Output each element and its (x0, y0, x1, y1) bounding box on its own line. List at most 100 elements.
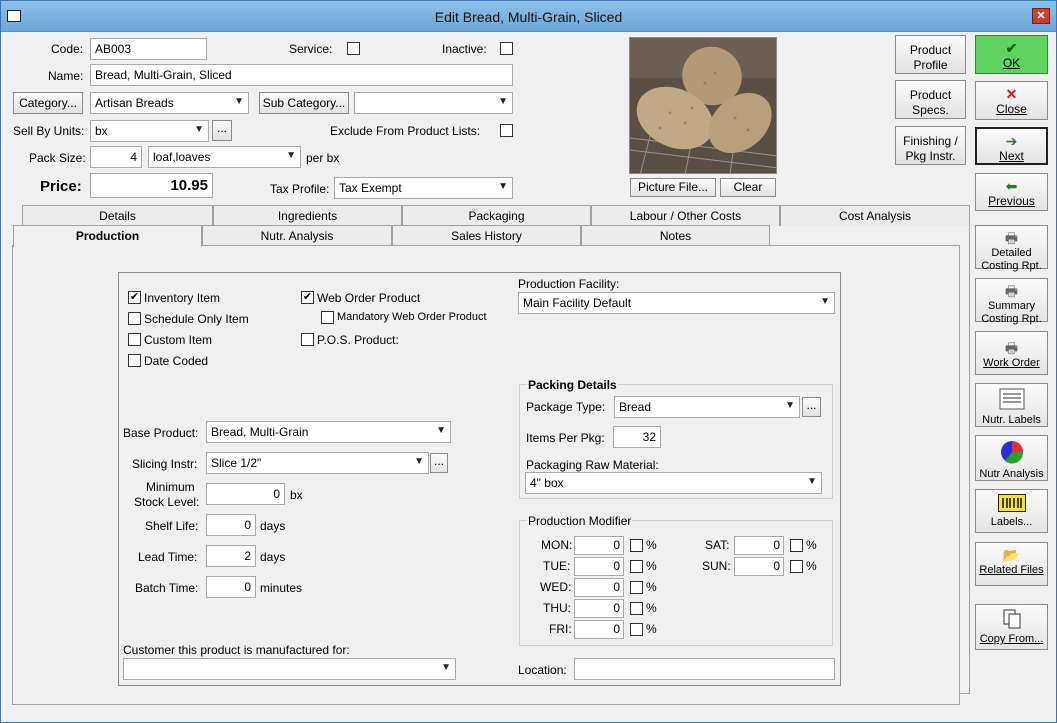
clear-picture-button[interactable]: Clear (720, 178, 776, 197)
package-type-select[interactable]: Bread ▼ (614, 396, 800, 418)
wed-percent-checkbox[interactable] (630, 581, 643, 594)
finishing-label: Finishing / Pkg Instr. (903, 134, 958, 163)
subcategory-button[interactable]: Sub Category... (259, 92, 349, 114)
batch-time-field[interactable]: 0 (206, 576, 256, 598)
sell-by-label: Sell By Units: (13, 124, 85, 138)
items-per-pkg-field[interactable]: 32 (613, 426, 661, 448)
tab-nutr-analysis[interactable]: Nutr. Analysis (202, 225, 392, 246)
chevron-down-icon: ▼ (194, 124, 204, 135)
thu-field[interactable]: 0 (574, 599, 624, 618)
category-select[interactable]: Artisan Breads ▼ (90, 92, 249, 114)
mon-percent-checkbox[interactable] (630, 539, 643, 552)
sell-by-select[interactable]: bx ▼ (90, 120, 209, 142)
base-product-label: Base Product: (123, 426, 199, 440)
price-field[interactable]: 10.95 (90, 173, 213, 198)
name-field[interactable]: Bread, Multi-Grain, Sliced (90, 64, 513, 86)
close-button[interactable]: ✕ Close (975, 81, 1048, 120)
product-profile-button[interactable]: Product Profile (895, 35, 966, 74)
base-product-value: Bread, Multi-Grain (211, 425, 309, 439)
pack-size-field[interactable]: 4 (90, 146, 142, 168)
related-files-label: Related Files (979, 564, 1044, 576)
facility-select[interactable]: Main Facility Default ▼ (518, 292, 835, 314)
sun-field[interactable]: 0 (734, 557, 784, 576)
min-stock-field[interactable]: 0 (206, 483, 285, 505)
finishing-button[interactable]: Finishing / Pkg Instr. (895, 126, 966, 165)
printer-icon: 🖶 (1004, 340, 1019, 356)
tab-sales-history[interactable]: Sales History (392, 225, 581, 246)
inactive-checkbox[interactable] (500, 42, 513, 55)
pack-unit-select[interactable]: loaf,loaves ▼ (148, 146, 301, 168)
chevron-down-icon: ▼ (498, 181, 508, 192)
previous-button[interactable]: ⬅ Previous (975, 173, 1048, 211)
tab-production[interactable]: Production (13, 225, 202, 247)
base-product-select[interactable]: Bread, Multi-Grain ▼ (206, 421, 451, 443)
barcode-icon (976, 494, 1047, 515)
subcategory-select[interactable]: ▼ (354, 92, 513, 114)
category-button[interactable]: Category... (13, 92, 83, 114)
package-type-value: Bread (619, 400, 652, 414)
inventory-item-checkbox[interactable]: ✔ (128, 291, 141, 304)
package-type-ellipsis-button[interactable]: ... (802, 397, 821, 417)
sat-field[interactable]: 0 (734, 536, 784, 555)
tab-cost-analysis[interactable]: Cost Analysis (780, 205, 970, 226)
product-specs-button[interactable]: Product Specs. (895, 80, 966, 119)
tue-percent-checkbox[interactable] (630, 560, 643, 573)
folder-icon: 📂 (1002, 547, 1021, 563)
pkg-raw-material-select[interactable]: 4" box ▼ (525, 472, 822, 494)
fri-field[interactable]: 0 (574, 620, 624, 639)
nutr-analysis-button[interactable]: Nutr Analysis (975, 435, 1048, 481)
shelf-life-field[interactable]: 0 (206, 514, 256, 536)
detailed-costing-report-button[interactable]: 🖶 Detailed Costing Rpt. (975, 225, 1048, 272)
tab-details[interactable]: Details (22, 205, 213, 226)
title-bar: Edit Bread, Multi-Grain, Sliced ✕ (1, 1, 1056, 32)
x-icon: ✕ (1005, 86, 1018, 102)
tab-labour-other-costs[interactable]: Labour / Other Costs (591, 205, 780, 226)
ok-button[interactable]: ✔ OK (975, 35, 1048, 74)
code-field[interactable]: AB003 (90, 38, 207, 60)
location-label: Location: (518, 663, 567, 677)
copy-from-button[interactable]: Copy From... (975, 604, 1048, 650)
lead-time-field[interactable]: 2 (206, 545, 256, 567)
fri-percent-checkbox[interactable] (630, 623, 643, 636)
sat-percent-checkbox[interactable] (790, 539, 803, 552)
tab-packaging[interactable]: Packaging (402, 205, 591, 226)
tab-notes[interactable]: Notes (581, 225, 770, 246)
tab-ingredients[interactable]: Ingredients (213, 205, 402, 226)
sell-by-ellipsis-button[interactable]: ... (212, 120, 232, 141)
related-files-button[interactable]: 📂 Related Files (975, 542, 1048, 586)
date-coded-checkbox[interactable] (128, 354, 141, 367)
product-specs-label: Product Specs. (909, 88, 952, 117)
summary-costing-report-button[interactable]: 🖶 Summary Costing Rpt. (975, 278, 1048, 325)
previous-label: Previous (988, 194, 1035, 208)
chevron-down-icon: ▼ (820, 296, 830, 307)
service-checkbox[interactable] (347, 42, 360, 55)
nutr-labels-label: Nutr. Labels (982, 414, 1041, 426)
fri-label: FRI: (549, 622, 572, 636)
next-button[interactable]: ➔ Next (975, 127, 1048, 165)
lead-time-unit: days (260, 550, 286, 564)
tue-field[interactable]: 0 (574, 557, 624, 576)
customer-select[interactable]: ▼ (123, 658, 456, 680)
tax-profile-select[interactable]: Tax Exempt ▼ (334, 177, 513, 199)
location-field[interactable] (574, 658, 835, 680)
window-close-icon[interactable]: ✕ (1032, 8, 1050, 24)
picture-file-button[interactable]: Picture File... (630, 178, 716, 197)
sell-by-value: bx (95, 124, 108, 138)
ok-label: OK (1002, 56, 1021, 70)
schedule-only-checkbox[interactable] (128, 312, 141, 325)
pos-product-checkbox[interactable] (301, 333, 314, 346)
slicing-select[interactable]: Slice 1/2" ▼ (206, 452, 429, 474)
work-order-button[interactable]: 🖶 Work Order (975, 331, 1048, 375)
web-order-checkbox[interactable]: ✔ (301, 291, 314, 304)
wed-field[interactable]: 0 (574, 578, 624, 597)
custom-item-checkbox[interactable] (128, 333, 141, 346)
labels-button[interactable]: Labels... (975, 489, 1048, 533)
slicing-ellipsis-button[interactable]: ... (430, 453, 448, 473)
sun-percent-checkbox[interactable] (790, 560, 803, 573)
mandatory-web-checkbox[interactable] (321, 311, 334, 324)
mon-field[interactable]: 0 (574, 536, 624, 555)
thu-percent-checkbox[interactable] (630, 602, 643, 615)
exclude-checkbox[interactable] (500, 124, 513, 137)
nutr-labels-button[interactable]: Nutr. Labels (975, 383, 1048, 427)
printer-icon: 🖶 (1004, 283, 1019, 299)
